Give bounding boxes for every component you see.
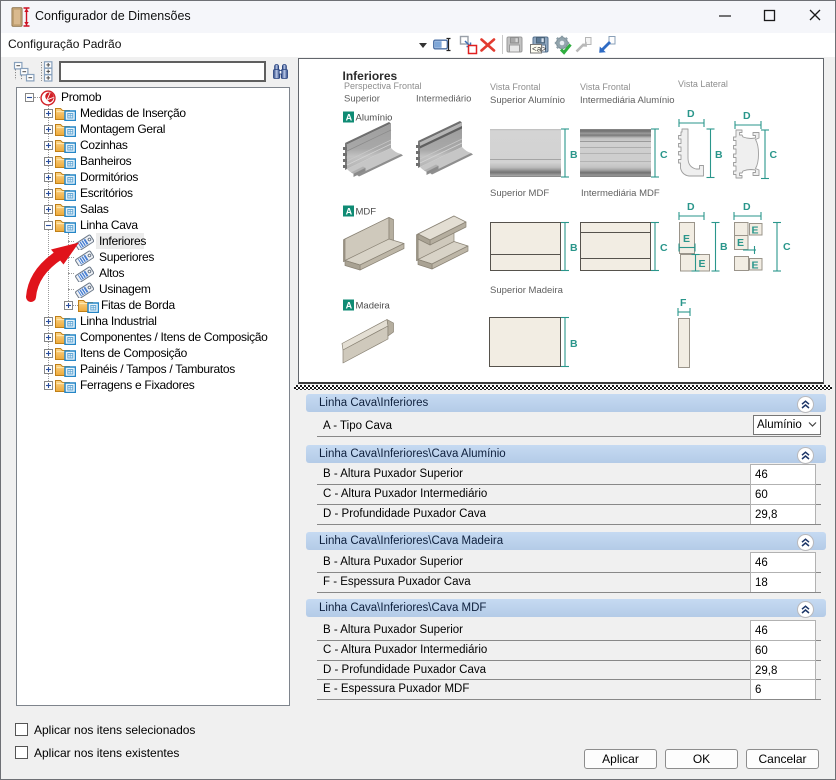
svg-text:Madeira: Madeira: [356, 301, 391, 312]
svg-text:D: D: [743, 110, 751, 122]
svg-text:E: E: [752, 225, 759, 237]
svg-text:A: A: [346, 113, 353, 123]
svg-text:C: C: [660, 149, 668, 161]
svg-text:Vista Frontal: Vista Frontal: [580, 82, 630, 92]
svg-text:Vista Frontal: Vista Frontal: [490, 82, 540, 92]
svg-text:Perspectiva Frontal: Perspectiva Frontal: [344, 81, 422, 91]
svg-text:B: B: [715, 149, 723, 161]
svg-text:MDF: MDF: [356, 207, 377, 218]
svg-text:Intermediário: Intermediário: [416, 94, 471, 105]
svg-text:B: B: [720, 241, 728, 253]
svg-text:Superior Madeira: Superior Madeira: [490, 285, 564, 296]
svg-text:D: D: [743, 201, 751, 213]
svg-text:B: B: [570, 242, 578, 254]
svg-text:B: B: [570, 149, 578, 161]
svg-text:Superior Alumínio: Superior Alumínio: [490, 95, 565, 106]
svg-text:D: D: [687, 108, 695, 120]
svg-text:E: E: [737, 237, 744, 249]
svg-text:Intermediária Alumínio: Intermediária Alumínio: [580, 95, 675, 106]
svg-text:E: E: [752, 260, 759, 272]
svg-text:C: C: [770, 149, 778, 161]
svg-text:C: C: [660, 242, 668, 254]
svg-text:F: F: [680, 297, 687, 309]
svg-text:Alumínio: Alumínio: [356, 113, 393, 124]
svg-text:A: A: [346, 301, 353, 311]
svg-text:A: A: [346, 207, 353, 217]
svg-text:E: E: [699, 258, 706, 270]
svg-text:Superior MDF: Superior MDF: [490, 188, 549, 199]
svg-text:C: C: [783, 241, 791, 253]
svg-text:E: E: [683, 233, 690, 245]
svg-text:B: B: [570, 338, 578, 350]
svg-text:Intermediária MDF: Intermediária MDF: [581, 188, 660, 199]
svg-text:D: D: [687, 201, 695, 213]
svg-text:Superior: Superior: [344, 94, 380, 105]
svg-text:Vista Lateral: Vista Lateral: [678, 79, 728, 89]
svg-text:<a>: <a>: [532, 46, 547, 55]
